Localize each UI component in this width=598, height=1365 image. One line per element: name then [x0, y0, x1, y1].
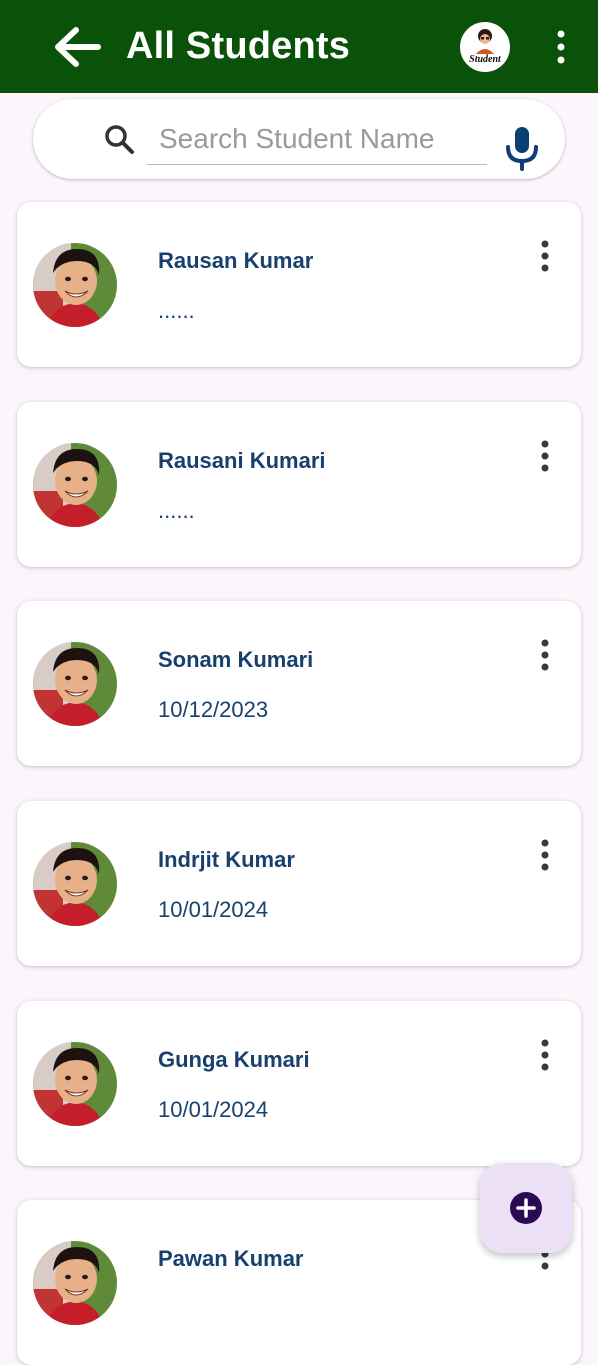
search-input[interactable]	[147, 113, 487, 165]
student-detail: ......	[158, 498, 195, 523]
student-detail: 10/12/2023	[158, 697, 269, 722]
card-more-button[interactable]	[533, 837, 557, 873]
more-vert-icon	[541, 839, 549, 871]
student-detail: 10/01/2024	[158, 1097, 269, 1122]
card-more-button[interactable]	[533, 438, 557, 474]
student-avatar	[33, 642, 117, 726]
more-vert-icon	[541, 240, 549, 272]
student-avatar	[33, 1241, 117, 1325]
student-card[interactable]: Rausani Kumari ......	[17, 402, 581, 567]
student-avatar	[33, 842, 117, 926]
student-avatar	[33, 243, 117, 327]
card-more-button[interactable]	[533, 637, 557, 673]
search-icon	[105, 125, 134, 154]
more-vert-icon	[541, 639, 549, 671]
card-more-button[interactable]	[533, 238, 557, 274]
page-title: All Students	[126, 25, 351, 67]
app-logo[interactable]: Student	[460, 22, 510, 72]
mic-icon	[506, 127, 538, 171]
student-card[interactable]: Rausan Kumar ......	[17, 202, 581, 367]
search-bar	[33, 99, 565, 179]
student-name: Rausan Kumar	[158, 248, 314, 273]
student-name: Pawan Kumar	[158, 1246, 304, 1271]
add-student-button[interactable]	[480, 1163, 572, 1253]
more-vert-icon	[541, 440, 549, 472]
student-detail: 10/01/2024	[158, 897, 269, 922]
student-card[interactable]: Indrjit Kumar 10/01/2024	[17, 801, 581, 966]
student-logo-icon: Student	[461, 23, 509, 71]
voice-search-button[interactable]	[503, 125, 541, 171]
app-bar: All Students Student	[0, 0, 598, 93]
more-vert-icon	[541, 1039, 549, 1071]
student-card[interactable]: Sonam Kumari 10/12/2023	[17, 601, 581, 766]
more-vert-icon	[557, 30, 565, 64]
student-card[interactable]: Gunga Kumari 10/01/2024	[17, 1001, 581, 1166]
student-name: Sonam Kumari	[158, 647, 314, 672]
back-button[interactable]	[50, 22, 106, 72]
add-circle-icon	[510, 1192, 542, 1224]
student-name: Indrjit Kumar	[158, 847, 295, 872]
student-avatar	[33, 443, 117, 527]
student-avatar	[33, 1042, 117, 1126]
student-detail: ......	[158, 298, 195, 323]
student-name: Rausani Kumari	[158, 448, 326, 473]
logo-text: Student	[469, 54, 502, 65]
student-name: Gunga Kumari	[158, 1047, 310, 1072]
card-more-button[interactable]	[533, 1037, 557, 1073]
back-arrow-icon	[55, 27, 101, 67]
overflow-menu-button[interactable]	[546, 28, 576, 66]
